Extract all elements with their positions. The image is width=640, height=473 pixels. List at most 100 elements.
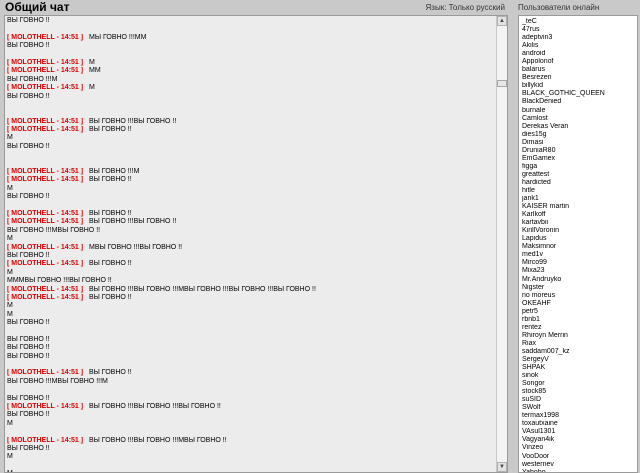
chat-message: ВЫ ГОВНО !! xyxy=(7,93,495,101)
message-sender[interactable]: [ MOLOTHELL - 14:51 ] xyxy=(7,260,89,268)
user-list-item[interactable]: SWolf xyxy=(522,404,605,412)
message-sender[interactable]: [ MOLOTHELL - 14:51 ] xyxy=(7,67,89,75)
user-list-item[interactable]: toxautxaine xyxy=(522,420,605,428)
scrollbar-thumb[interactable] xyxy=(497,80,507,87)
message-sender[interactable]: [ MOLOTHELL - 14:51 ] xyxy=(7,437,89,445)
message-sender[interactable]: [ MOLOTHELL - 14:51 ] xyxy=(7,168,89,176)
chat-message: ВЫ ГОВНО !! xyxy=(7,411,495,419)
user-list-item[interactable]: greattest xyxy=(522,171,605,179)
user-list-item[interactable]: DruniaR80 xyxy=(522,147,605,155)
user-list-item[interactable]: KirillVoronin xyxy=(522,227,605,235)
user-list-item[interactable]: VooDoor xyxy=(522,453,605,461)
user-list-item[interactable]: Akilis xyxy=(522,42,605,50)
chat-message: ВЫ ГОВНО !! xyxy=(7,445,495,453)
message-sender[interactable]: [ MOLOTHELL - 14:51 ] xyxy=(7,84,89,92)
user-list-item[interactable]: termax1998 xyxy=(522,412,605,420)
user-list-item[interactable]: Riax xyxy=(522,340,605,348)
user-list-item[interactable]: Dimasi xyxy=(522,139,605,147)
user-list-item[interactable]: med1v xyxy=(522,251,605,259)
user-list-item[interactable]: Vinzeo xyxy=(522,444,605,452)
user-list-item[interactable]: sinok xyxy=(522,372,605,380)
chat-message: М xyxy=(7,302,495,310)
message-text: ВЫ ГОВНО !!!ВЫ ГОВНО !! xyxy=(89,218,177,226)
user-list-item[interactable]: EmGamex xyxy=(522,155,605,163)
message-text: ВЫ ГОВНО !! xyxy=(7,352,50,360)
user-list-item[interactable]: KAISER martin xyxy=(522,203,605,211)
message-text: ВЫ ГОВНО !!!МВЫ ГОВНО !!!М xyxy=(7,377,108,385)
user-list-item[interactable]: billykid xyxy=(522,82,605,90)
chat-message xyxy=(7,101,495,109)
message-sender[interactable]: [ MOLOTHELL - 14:51 ] xyxy=(7,369,89,377)
user-list-item[interactable]: Mr.Andruyko xyxy=(522,276,605,284)
online-users-label: Пользователи онлайн xyxy=(518,3,600,12)
user-list-item[interactable]: VAsul1301 xyxy=(522,428,605,436)
user-list-item[interactable]: petr5 xyxy=(522,308,605,316)
message-sender[interactable]: [ MOLOTHELL - 14:51 ] xyxy=(7,244,89,252)
user-list-item[interactable]: rbnb1 xyxy=(522,316,605,324)
user-list-item[interactable]: Mixa23 xyxy=(522,267,605,275)
user-list-item[interactable]: OKEAHF xyxy=(522,300,605,308)
user-list-item[interactable]: Lapidus xyxy=(522,235,605,243)
message-text: ВЫ ГОВНО !! xyxy=(7,142,50,150)
user-list-item[interactable]: adeptvin3 xyxy=(522,34,605,42)
user-list-item[interactable]: android xyxy=(522,50,605,58)
message-sender[interactable]: [ MOLOTHELL - 14:51 ] xyxy=(7,126,89,134)
message-sender[interactable]: [ MOLOTHELL - 14:51 ] xyxy=(7,403,89,411)
user-list-item[interactable]: 47rus xyxy=(522,26,605,34)
message-sender[interactable]: [ MOLOTHELL - 14:51 ] xyxy=(7,59,89,67)
message-sender[interactable]: [ MOLOTHELL - 14:51 ] xyxy=(7,34,89,42)
user-list-item[interactable]: SergeyV xyxy=(522,356,605,364)
message-text: М xyxy=(7,453,13,461)
user-list-item[interactable]: jank1 xyxy=(522,195,605,203)
message-text: МЫ ГОВНО !!!ММ xyxy=(89,33,147,41)
message-sender[interactable]: [ MOLOTHELL - 14:51 ] xyxy=(7,294,89,302)
user-list-item[interactable]: burnale xyxy=(522,107,605,115)
user-list-item[interactable]: westernev xyxy=(522,461,605,469)
user-list-item[interactable]: suSID xyxy=(522,396,605,404)
message-sender[interactable]: [ MOLOTHELL - 14:51 ] xyxy=(7,210,89,218)
user-list-item[interactable]: Rhiroyn Merrin xyxy=(522,332,605,340)
message-sender[interactable]: [ MOLOTHELL - 14:51 ] xyxy=(7,218,89,226)
user-list-item[interactable]: dies15g xyxy=(522,131,605,139)
user-list-item[interactable]: figga xyxy=(522,163,605,171)
user-list-item[interactable]: saddam007_kz xyxy=(522,348,605,356)
message-sender[interactable]: [ MOLOTHELL - 14:51 ] xyxy=(7,176,89,184)
message-text: ВЫ ГОВНО !! xyxy=(7,251,50,259)
message-text: ВЫ ГОВНО !! xyxy=(7,344,50,352)
user-list-item[interactable]: BLACK_GOTHIC_QUEEN xyxy=(522,90,605,98)
user-list-item[interactable]: balarus xyxy=(522,66,605,74)
user-list-item[interactable]: Appolonof xyxy=(522,58,605,66)
chat-message: [ MOLOTHELL - 14:51 ] ВЫ ГОВНО !! xyxy=(7,260,495,268)
message-sender[interactable]: [ MOLOTHELL - 14:51 ] xyxy=(7,118,89,126)
user-list-item[interactable]: Vagyan4ik xyxy=(522,436,605,444)
user-list-item[interactable]: SHPAK xyxy=(522,364,605,372)
scroll-down-icon[interactable]: ▼ xyxy=(497,462,507,472)
user-list-item[interactable]: rentez xyxy=(522,324,605,332)
user-list-item[interactable]: kartavbii xyxy=(522,219,605,227)
user-list-item[interactable]: Maksimnor xyxy=(522,243,605,251)
user-list-item[interactable]: Camlost xyxy=(522,115,605,123)
message-sender[interactable]: [ MOLOTHELL - 14:51 ] xyxy=(7,286,89,294)
chat-message: ВЫ ГОВНО !! xyxy=(7,193,495,201)
user-list-item[interactable]: _teC xyxy=(522,18,605,26)
user-list-item[interactable]: hardicted xyxy=(522,179,605,187)
user-list-item[interactable]: Derekas Veran xyxy=(522,123,605,131)
user-list-item[interactable]: Nigster xyxy=(522,284,605,292)
user-list-item[interactable]: Songor xyxy=(522,380,605,388)
user-list-item[interactable]: Karlkoff xyxy=(522,211,605,219)
chat-log[interactable]: ВЫ ГОВНО !![ MOLOTHELL - 14:51 ] МЫ ГОВНО… xyxy=(4,15,508,473)
online-users-list[interactable]: _teC 47rus adeptvin3 Akilis android Appolonof… xyxy=(518,15,638,473)
user-list-item[interactable]: stock85 xyxy=(522,388,605,396)
message-text: ВЫ ГОВНО !! xyxy=(7,193,50,201)
user-list-item[interactable]: Yahoho xyxy=(522,469,605,472)
user-list-item[interactable]: hitle xyxy=(522,187,605,195)
chat-message: [ MOLOTHELL - 14:51 ] ММ xyxy=(7,67,495,75)
chat-message: ВЫ ГОВНО !! xyxy=(7,143,495,151)
user-list-item[interactable]: no moreus xyxy=(522,292,605,300)
chat-message: [ MOLOTHELL - 14:51 ] ВЫ ГОВНО !!!ВЫ ГОВН… xyxy=(7,437,495,445)
user-list-item[interactable]: Mirco99 xyxy=(522,259,605,267)
scroll-up-icon[interactable]: ▲ xyxy=(497,16,507,26)
chat-scrollbar[interactable]: ▲ ▼ xyxy=(496,16,507,472)
user-list-item[interactable]: BlackDenied xyxy=(522,98,605,106)
user-list-item[interactable]: Besrezen xyxy=(522,74,605,82)
